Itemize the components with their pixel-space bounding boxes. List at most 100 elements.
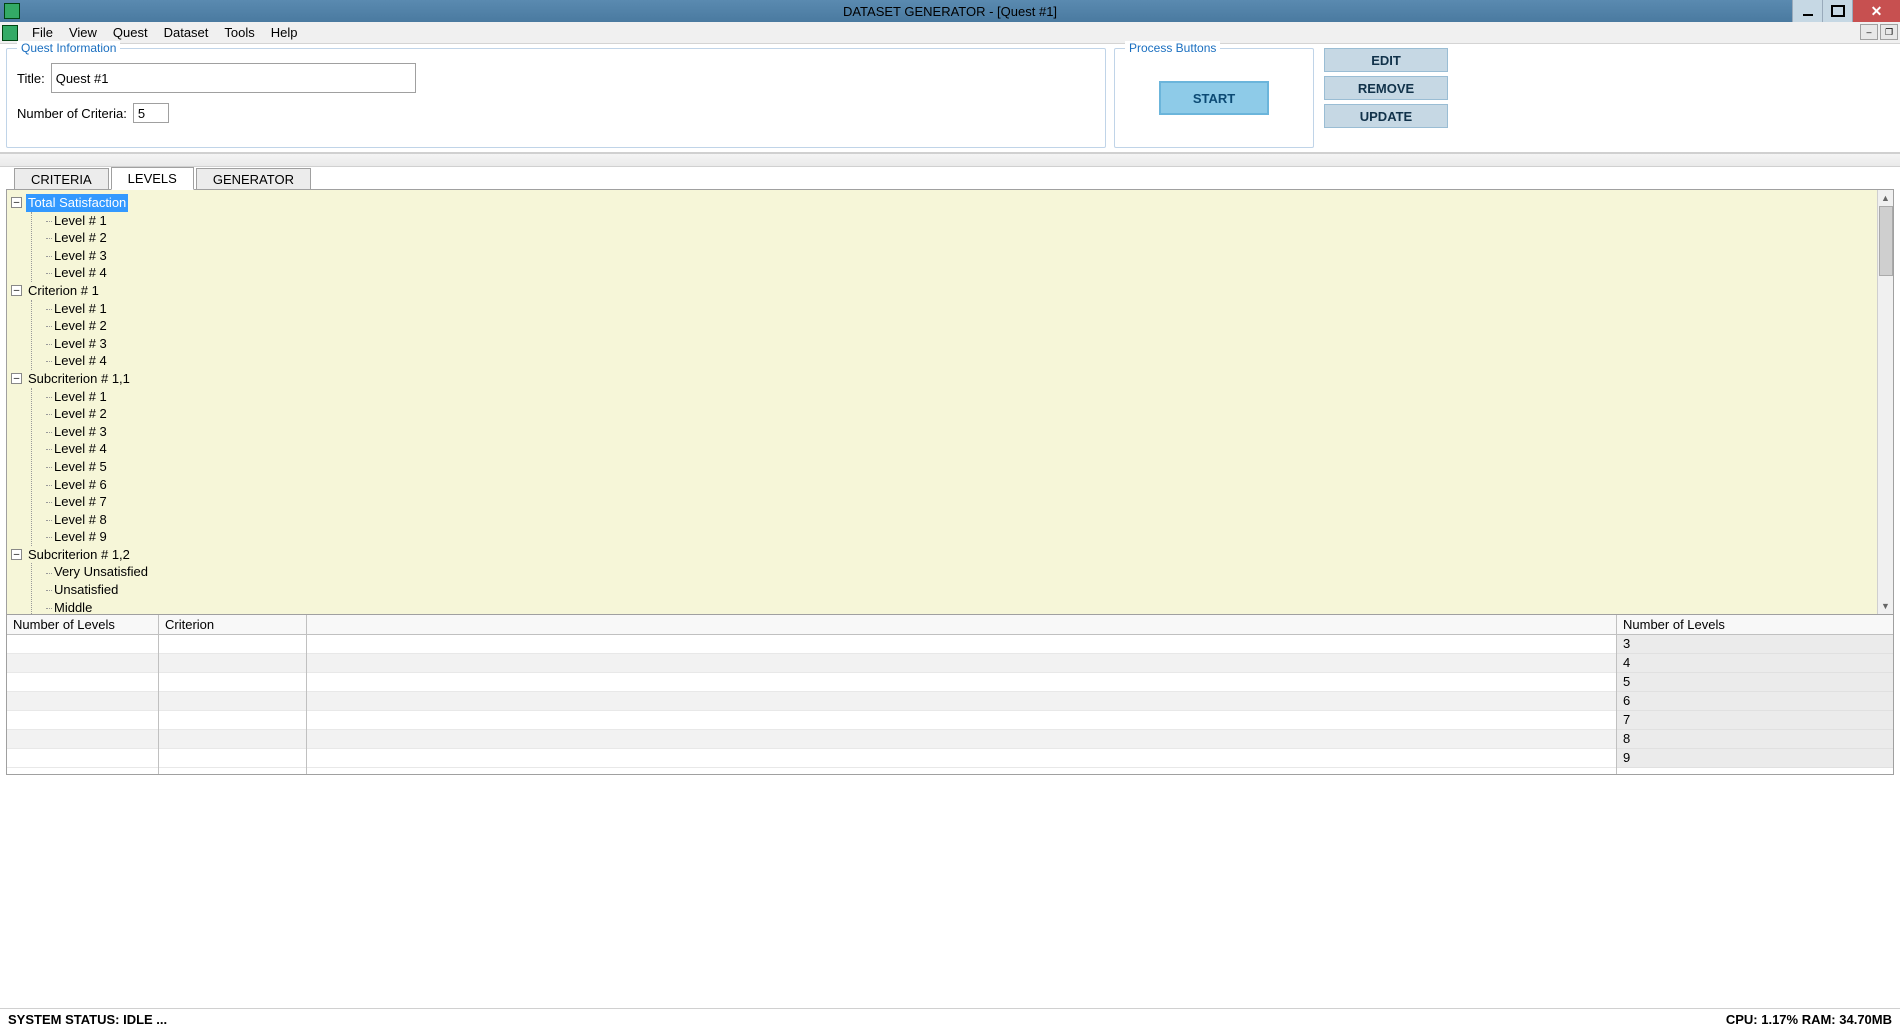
collapse-icon[interactable]: – (11, 549, 22, 560)
scroll-down-icon[interactable]: ▼ (1878, 598, 1893, 614)
grid-cell[interactable] (159, 730, 306, 749)
tree-leaf[interactable]: Level # 5 (46, 458, 1889, 476)
tree-node-label[interactable]: Criterion # 1 (26, 282, 101, 300)
menu-help[interactable]: Help (263, 23, 306, 42)
tree-node-label[interactable]: Subcriterion # 1,1 (26, 370, 132, 388)
grid-cell[interactable]: 6 (1617, 692, 1893, 711)
tree-leaf[interactable]: Level # 3 (46, 423, 1889, 441)
tree-leaf[interactable]: Level # 9 (46, 528, 1889, 546)
criteria-count-input[interactable] (133, 103, 169, 123)
grid-header[interactable]: Number of Levels (1617, 615, 1893, 635)
grid-cell[interactable]: 9 (1617, 749, 1893, 768)
grid-cell[interactable] (307, 711, 1616, 730)
menu-tools[interactable]: Tools (216, 23, 262, 42)
tree-leaf[interactable]: Level # 4 (46, 440, 1889, 458)
menu-app-icon (2, 25, 18, 41)
tree-leaf[interactable]: Level # 3 (46, 335, 1889, 353)
title-input[interactable] (51, 63, 416, 93)
levels-tree[interactable]: – Total Satisfaction Level # 1 Level # 2… (7, 190, 1893, 615)
mdi-restore-button[interactable]: ❐ (1880, 24, 1898, 40)
tree-leaf[interactable]: Middle (46, 599, 1889, 615)
tree-scrollbar[interactable]: ▲ ▼ (1877, 190, 1893, 614)
grid-cell[interactable]: 4 (1617, 654, 1893, 673)
menu-dataset[interactable]: Dataset (156, 23, 217, 42)
statusbar: SYSTEM STATUS: IDLE ... CPU: 1.17% RAM: … (0, 1008, 1900, 1030)
maximize-button[interactable] (1822, 0, 1852, 22)
grid-header[interactable]: Criterion (159, 615, 306, 635)
minimize-button[interactable] (1792, 0, 1822, 22)
grid-cell[interactable] (159, 711, 306, 730)
mdi-minimize-button[interactable]: – (1860, 24, 1878, 40)
tree-leaf[interactable]: Level # 8 (46, 511, 1889, 529)
grid-header[interactable]: Number of Levels (7, 615, 158, 635)
grid-cell[interactable] (7, 730, 158, 749)
grid-cell[interactable]: 7 (1617, 711, 1893, 730)
grid-cell[interactable] (159, 654, 306, 673)
quest-information-group: Quest Information Title: Number of Crite… (6, 48, 1106, 148)
tree-leaf[interactable]: Level # 2 (46, 317, 1889, 335)
tree-leaf[interactable]: Unsatisfied (46, 581, 1889, 599)
scroll-up-icon[interactable]: ▲ (1878, 190, 1893, 206)
tree-leaf[interactable]: Level # 1 (46, 300, 1889, 318)
grid-cell[interactable] (7, 635, 158, 654)
tree-node-label[interactable]: Subcriterion # 1,2 (26, 546, 132, 564)
grid-cell[interactable] (7, 692, 158, 711)
grid-cell[interactable] (159, 749, 306, 768)
tree-area: – Total Satisfaction Level # 1 Level # 2… (6, 189, 1894, 615)
close-button[interactable] (1852, 0, 1900, 22)
edit-button[interactable]: EDIT (1324, 48, 1448, 72)
grid-header[interactable] (307, 615, 1616, 635)
collapse-icon[interactable]: – (11, 285, 22, 296)
tree-leaf[interactable]: Very Unsatisfied (46, 563, 1889, 581)
grid-cell[interactable] (159, 673, 306, 692)
start-button[interactable]: START (1159, 81, 1269, 115)
process-buttons-label: Process Buttons (1125, 41, 1220, 55)
tree-node-criterion-1[interactable]: – Criterion # 1 (11, 282, 1889, 300)
grid-cell[interactable] (307, 749, 1616, 768)
collapse-icon[interactable]: – (11, 197, 22, 208)
tree-node-label[interactable]: Total Satisfaction (26, 194, 128, 212)
tree-leaf[interactable]: Level # 4 (46, 352, 1889, 370)
tree-leaf[interactable]: Level # 4 (46, 264, 1889, 282)
grid-cell[interactable]: 8 (1617, 730, 1893, 749)
grid-cell[interactable] (307, 654, 1616, 673)
menubar: File View Quest Dataset Tools Help – ❐ (0, 22, 1900, 44)
update-button[interactable]: UPDATE (1324, 104, 1448, 128)
grid-cell[interactable] (159, 635, 306, 654)
grid-cell[interactable] (307, 692, 1616, 711)
grid-cell[interactable] (307, 673, 1616, 692)
tree-leaf[interactable]: Level # 2 (46, 405, 1889, 423)
grid-cell[interactable] (307, 730, 1616, 749)
tree-leaf[interactable]: Level # 6 (46, 476, 1889, 494)
grid-cell[interactable]: 5 (1617, 673, 1893, 692)
tree-leaf[interactable]: Level # 1 (46, 388, 1889, 406)
grid-cell[interactable] (307, 635, 1616, 654)
grid-cell[interactable] (7, 654, 158, 673)
grid-col-number-of-levels-right: Number of Levels 3 4 5 6 7 8 9 (1617, 615, 1893, 774)
grid-cell[interactable] (7, 673, 158, 692)
grid-cell[interactable] (7, 749, 158, 768)
tab-levels[interactable]: LEVELS (111, 167, 194, 190)
tree-leaf[interactable]: Level # 1 (46, 212, 1889, 230)
menu-quest[interactable]: Quest (105, 23, 156, 42)
tree-leaf[interactable]: Level # 2 (46, 229, 1889, 247)
grid-cell[interactable]: 3 (1617, 635, 1893, 654)
tree-node-subcriterion-1-1[interactable]: – Subcriterion # 1,1 (11, 370, 1889, 388)
tree-node-subcriterion-1-2[interactable]: – Subcriterion # 1,2 (11, 546, 1889, 564)
remove-button[interactable]: REMOVE (1324, 76, 1448, 100)
tree-node-total-satisfaction[interactable]: – Total Satisfaction (11, 194, 1889, 212)
menu-file[interactable]: File (24, 23, 61, 42)
titlebar: DATASET GENERATOR - [Quest #1] (0, 0, 1900, 22)
criteria-count-label: Number of Criteria: (17, 106, 127, 121)
grid-cell[interactable] (7, 711, 158, 730)
collapse-icon[interactable]: – (11, 373, 22, 384)
tab-generator[interactable]: GENERATOR (196, 168, 311, 190)
tab-criteria[interactable]: CRITERIA (14, 168, 109, 190)
scroll-thumb[interactable] (1879, 206, 1893, 276)
status-left: SYSTEM STATUS: IDLE ... (8, 1012, 167, 1027)
grid-cell[interactable] (159, 692, 306, 711)
tree-leaf[interactable]: Level # 7 (46, 493, 1889, 511)
tree-leaf[interactable]: Level # 3 (46, 247, 1889, 265)
side-buttons: EDIT REMOVE UPDATE (1322, 48, 1450, 148)
menu-view[interactable]: View (61, 23, 105, 42)
